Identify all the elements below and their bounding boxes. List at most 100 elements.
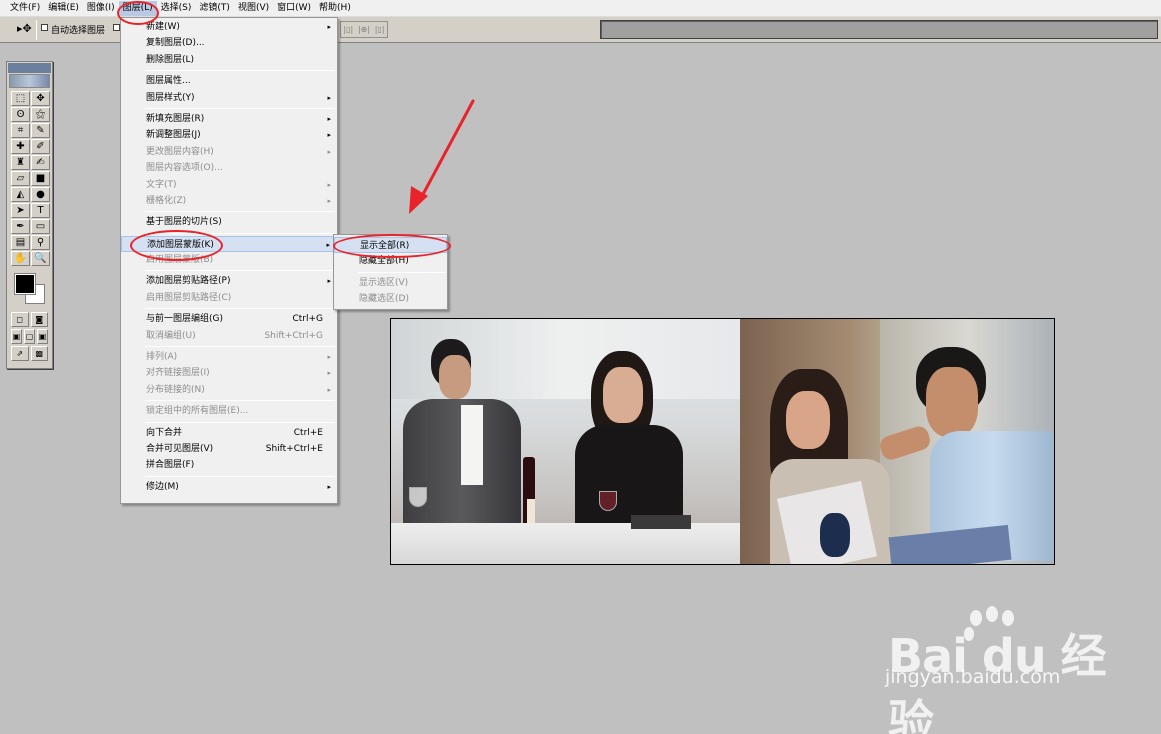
toolbox-logo[interactable] — [9, 74, 50, 88]
layer-menu-item-35[interactable]: 修边(M) ▸ — [121, 479, 337, 495]
layer-menu-item-label: 复制图层(D)... — [146, 38, 205, 49]
submenu-arrow-icon: ▸ — [327, 196, 331, 205]
eraser-icon[interactable]: ▱ — [11, 171, 30, 186]
menu-item-0[interactable]: 文件(F) — [6, 1, 44, 16]
layer-menu-item-label: 修边(M) — [146, 481, 179, 492]
path-select-icon[interactable]: ➤ — [11, 203, 30, 218]
healing-brush-icon[interactable]: ✚ — [11, 139, 30, 154]
layer-menu-item-33[interactable]: 拼合图层(F) — [121, 457, 337, 473]
submenu-arrow-icon: ▸ — [327, 353, 331, 362]
jump-to-imageready-icon[interactable]: ⇗ — [11, 346, 29, 361]
show-bounds-checkbox[interactable] — [113, 24, 120, 31]
layer-menu-item-29: 锁定组中的所有图层(E)... — [121, 403, 337, 419]
submenu-arrow-icon: ▸ — [327, 93, 331, 102]
align-right-icon[interactable]: |▯| — [375, 25, 385, 34]
layer-menu-item-4[interactable]: 图层属性... — [121, 73, 337, 89]
align-left-icon[interactable]: |▯| — [343, 25, 353, 34]
photo-left-panel — [391, 319, 740, 564]
notes-icon[interactable]: ▤ — [11, 235, 30, 250]
type-icon[interactable]: T — [31, 203, 50, 218]
mask-submenu-item-3: 显示选区(V) — [334, 275, 447, 291]
gradient-icon[interactable]: ■ — [31, 171, 50, 186]
history-brush-icon[interactable]: ✍ — [31, 155, 50, 170]
layer-menu-item-14[interactable]: 基于图层的切片(S) — [121, 214, 337, 230]
layer-menu-item-label: 基于图层的切片(S) — [146, 217, 222, 228]
layer-menu-item-32[interactable]: 合并可见图层(V) Shift+Ctrl+E — [121, 441, 337, 457]
layer-menu-item-31[interactable]: 向下合并 Ctrl+E — [121, 425, 337, 441]
standard-mode-icon[interactable]: ◻ — [11, 312, 29, 327]
foreground-color[interactable] — [14, 273, 36, 295]
quickmask-mode-icon[interactable]: ◙ — [30, 312, 48, 327]
layer-menu-item-7[interactable]: 新填充图层(R) ▸ — [121, 111, 337, 127]
rectangle-icon[interactable]: ▭ — [31, 219, 50, 234]
shortcut-label: Shift+Ctrl+G — [264, 330, 323, 341]
auto-select-label: 自动选择图层 — [51, 26, 106, 36]
layer-menu-item-label: 图层内容选项(O)... — [146, 163, 223, 174]
menu-item-5[interactable]: 滤镜(T) — [195, 1, 234, 16]
submenu-arrow-icon: ▸ — [327, 23, 331, 31]
layer-menu-item-19[interactable]: 添加图层剪贴路径(P) ▸ — [121, 273, 337, 289]
menu-item-2[interactable]: 图像(I) — [83, 1, 119, 16]
annotation-ellipse-add-mask — [130, 230, 223, 261]
screen-mode-full-icon[interactable]: ▣ — [37, 329, 48, 344]
pen-icon[interactable]: ✒ — [11, 219, 30, 234]
layer-menu-item-22[interactable]: 与前一图层编组(G) Ctrl+G — [121, 311, 337, 327]
menu-separator — [145, 400, 335, 402]
options-divider — [36, 20, 37, 40]
menu-separator — [145, 70, 335, 72]
screen-mode-full-menu-icon[interactable]: ▢ — [24, 329, 35, 344]
move-icon[interactable]: ✥ — [31, 91, 50, 106]
layer-menu-item-26: 对齐链接图层(I) ▸ — [121, 365, 337, 381]
toolbox-titlebar[interactable] — [8, 63, 51, 73]
layer-menu-item-10: 图层内容选项(O)... — [121, 160, 337, 176]
menu-item-4[interactable]: 选择(S) — [157, 1, 196, 16]
hand-icon[interactable]: ✋ — [11, 251, 30, 266]
dodge-icon[interactable]: ● — [31, 187, 50, 202]
brush-icon[interactable]: ✐ — [31, 139, 50, 154]
document-canvas[interactable] — [390, 318, 1055, 565]
layer-menu-item-label: 新建(W) — [146, 22, 180, 32]
layer-menu-item-2[interactable]: 删除图层(L) — [121, 52, 337, 68]
layer-menu-item-label: 删除图层(L) — [146, 54, 195, 65]
slice-icon[interactable]: ✎ — [31, 123, 50, 138]
layer-menu-item-label: 图层样式(Y) — [146, 92, 195, 103]
palette-well — [600, 20, 1158, 39]
color-swatches — [11, 270, 48, 310]
layer-menu-item-20: 启用图层剪贴路径(C) — [121, 290, 337, 306]
menu-item-8[interactable]: 帮助(H) — [315, 1, 355, 16]
layer-menu-item-5[interactable]: 图层样式(Y) ▸ — [121, 90, 337, 106]
layer-menu-item-1[interactable]: 复制图层(D)... — [121, 35, 337, 51]
imageready-icon[interactable]: ▩ — [30, 346, 48, 361]
align-center-icon[interactable]: |⊕| — [358, 25, 370, 34]
lasso-icon[interactable]: ʘ — [11, 107, 30, 122]
layer-menu-item-label: 图层属性... — [146, 76, 191, 87]
layer-menu-item-label: 更改图层内容(H) — [146, 146, 214, 157]
magic-wand-icon[interactable]: ⚝ — [31, 107, 50, 122]
move-tool-icon[interactable]: ▸✥ — [17, 22, 32, 35]
align-buttons[interactable]: |▯| |⊕| |▯| — [340, 21, 388, 38]
mask-submenu-item-label: 隐藏选区(D) — [359, 294, 409, 305]
eyedropper-icon[interactable]: ⚲ — [31, 235, 50, 250]
menu-separator — [358, 271, 445, 273]
layer-menu-item-label: 锁定组中的所有图层(E)... — [146, 406, 249, 417]
menu-item-7[interactable]: 窗口(W) — [273, 1, 315, 16]
crop-icon[interactable]: ⌗ — [11, 123, 30, 138]
auto-select-checkbox[interactable] — [41, 24, 48, 31]
shortcut-label: Ctrl+G — [292, 314, 323, 325]
layer-menu-dropdown: 新建(W) ▸ 复制图层(D)... 删除图层(L) 图层属性... 图层样式(Y) ▸ 新填… — [120, 17, 338, 504]
blur-icon[interactable]: ◭ — [11, 187, 30, 202]
menu-separator — [145, 308, 335, 310]
submenu-arrow-icon: ▸ — [326, 240, 330, 249]
layer-menu-item-0[interactable]: 新建(W) ▸ — [121, 19, 337, 35]
menu-item-1[interactable]: 编辑(E) — [44, 1, 83, 16]
layer-menu-item-label: 向下合并 — [146, 427, 183, 438]
marquee-icon[interactable]: ⬚ — [11, 91, 30, 106]
layer-menu-item-label: 对齐链接图层(I) — [146, 368, 210, 379]
menu-separator — [145, 346, 335, 348]
clone-stamp-icon[interactable]: ♜ — [11, 155, 30, 170]
screen-mode-standard-icon[interactable]: ▣ — [11, 329, 22, 344]
menu-item-6[interactable]: 视图(V) — [234, 1, 273, 16]
tool-grid: ⬚ ✥ ʘ ⚝ ⌗ ✎ ✚ ✐ ♜ ✍ ▱ ■ ◭ ● ➤ T ✒ ▭ ▤ ⚲ ✋ 🔍 — [7, 88, 52, 266]
zoom-icon[interactable]: 🔍 — [31, 251, 50, 266]
layer-menu-item-8[interactable]: 新调整图层(J) ▸ — [121, 127, 337, 143]
